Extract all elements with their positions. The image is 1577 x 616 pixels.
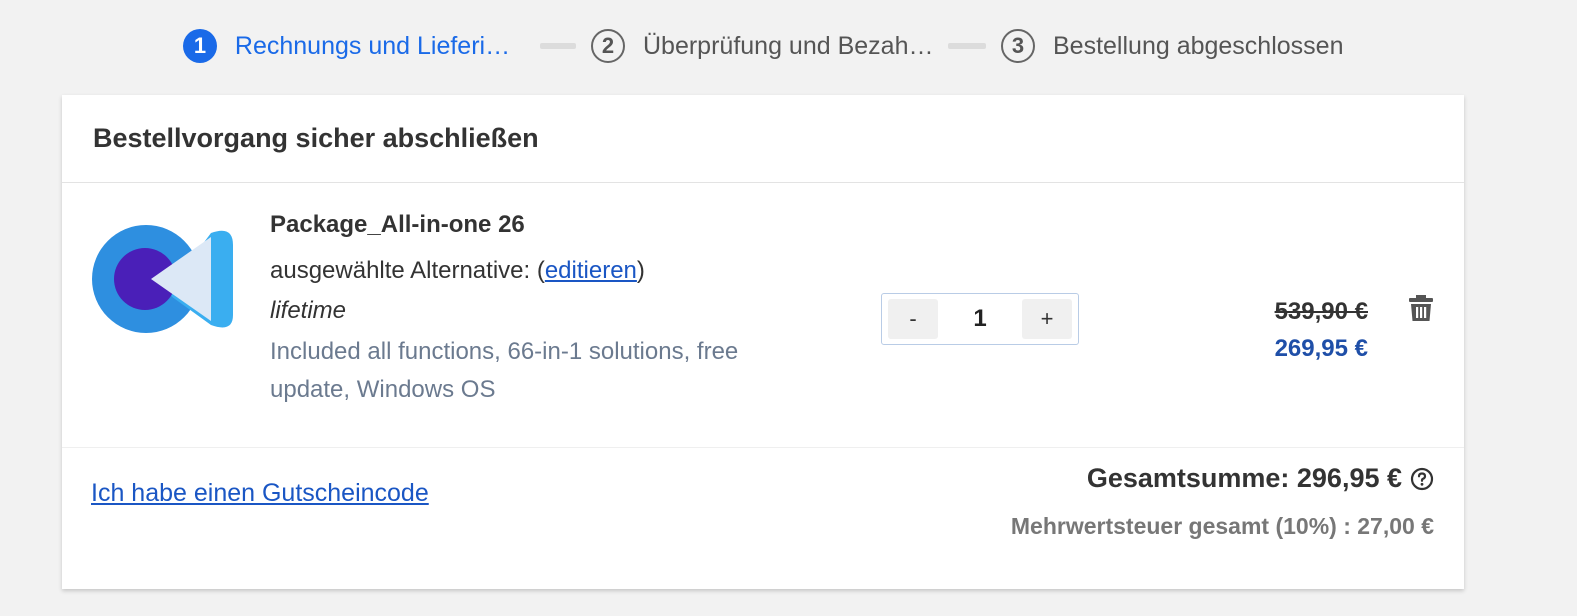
question-circle-icon[interactable] xyxy=(1410,467,1434,491)
alternative-suffix: ) xyxy=(636,257,645,284)
step-2[interactable]: 2 Überprüfung und Bezah… xyxy=(591,26,936,66)
original-price: 539,90 € xyxy=(1274,298,1368,325)
alternative-line: ausgewählte Alternative: (editieren) xyxy=(270,257,645,285)
product-description: Included all functions, 66-in-1 solution… xyxy=(270,338,739,403)
step-3-label: Bestellung abgeschlossen xyxy=(1053,31,1344,60)
step-1-number: 1 xyxy=(183,29,217,63)
step-3[interactable]: 3 Bestellung abgeschlossen xyxy=(1001,26,1361,66)
order-card: Bestellvorgang sicher abschließen Packag… xyxy=(62,95,1464,589)
step-1[interactable]: 1 Rechnungs und Lieferin… xyxy=(183,26,523,66)
quantity-decrease-button[interactable]: - xyxy=(888,299,938,339)
step-connector-2 xyxy=(948,43,986,49)
step-2-number: 2 xyxy=(591,29,625,63)
product-row: Package_All-in-one 26 ausgewählte Altern… xyxy=(62,183,1464,448)
quantity-stepper: - 1 + xyxy=(881,293,1079,345)
card-header: Bestellvorgang sicher abschließen xyxy=(62,95,1464,183)
card-title: Bestellvorgang sicher abschließen xyxy=(93,123,539,153)
step-2-label: Überprüfung und Bezah… xyxy=(643,31,934,60)
checkout-stepper: 1 Rechnungs und Lieferin… 2 Überprüfung … xyxy=(0,26,1577,66)
coupon-code-link[interactable]: Ich habe einen Gutscheincode xyxy=(91,479,429,508)
vat-total: Mehrwertsteuer gesamt (10%) : 27,00 € xyxy=(1010,513,1434,539)
license-type: lifetime xyxy=(270,297,347,324)
total-sum: Gesamtsumme: 296,95 € xyxy=(1087,463,1434,494)
alternative-prefix: ausgewählte Alternative: ( xyxy=(270,257,545,284)
step-3-number: 3 xyxy=(1001,29,1035,63)
total-sum-text: Gesamtsumme: 296,95 € xyxy=(1086,463,1402,493)
step-1-label: Rechnungs und Lieferin… xyxy=(234,31,523,60)
edit-alternative-link[interactable]: editieren xyxy=(545,257,637,284)
quantity-increase-button[interactable]: + xyxy=(1022,299,1072,339)
discounted-price: 269,95 € xyxy=(1274,335,1368,362)
product-name: Package_All-in-one 26 xyxy=(270,211,525,238)
step-connector-1 xyxy=(540,43,576,49)
product-logo-icon xyxy=(92,225,233,333)
quantity-value[interactable]: 1 xyxy=(950,305,1010,333)
trash-icon[interactable] xyxy=(1409,295,1433,321)
